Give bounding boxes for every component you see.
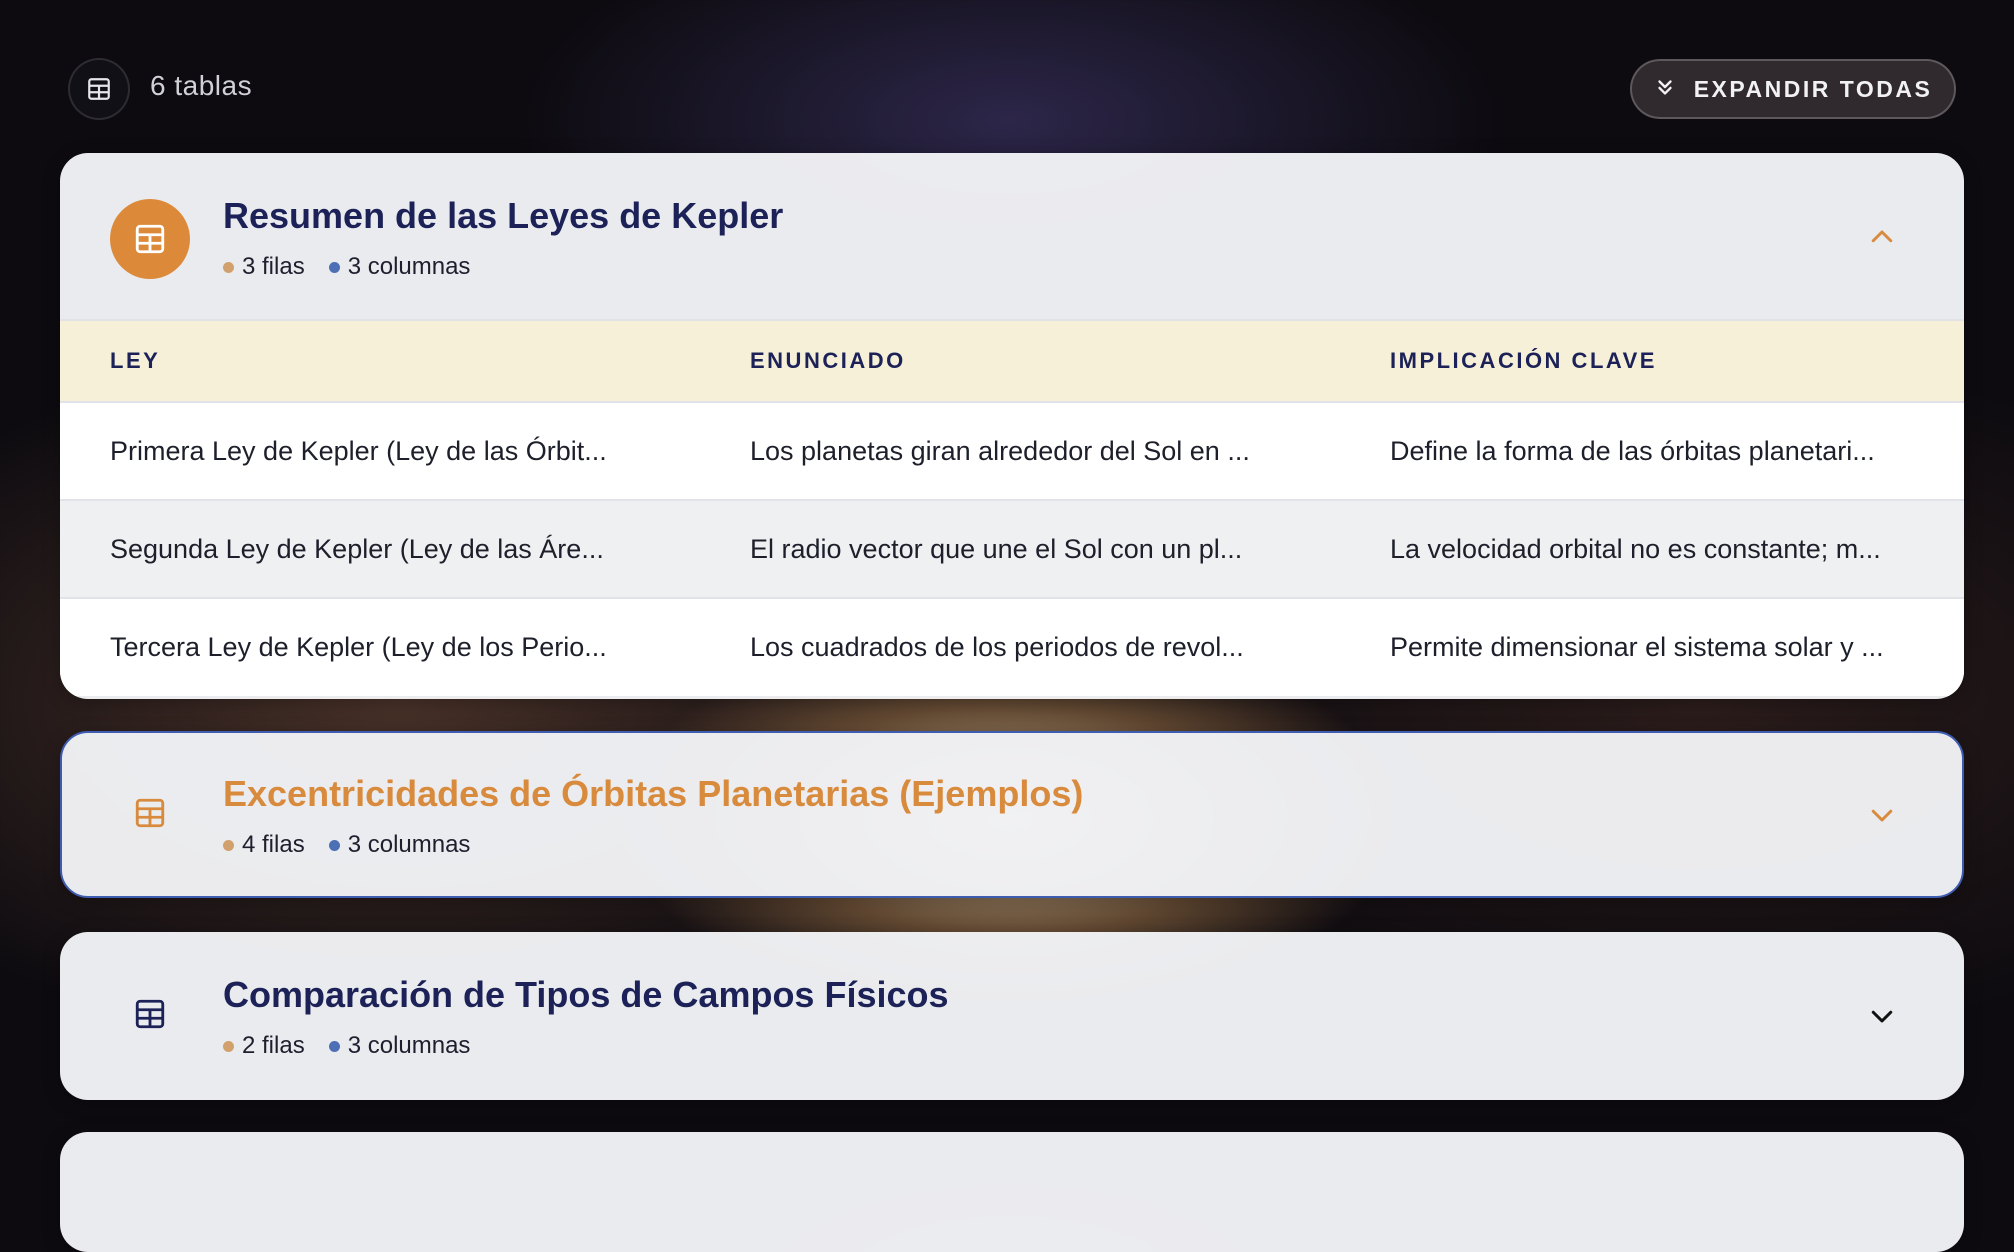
table-count-label: 6 tablas [150,70,253,101]
table-card-header[interactable]: Comparación de Tipos de Campos Físicos 2… [60,932,1964,1100]
rows-count: 4 filas [242,831,305,858]
rows-dot [223,261,234,273]
table-card-kepler: Resumen de las Leyes de Kepler 3 filas 3… [60,153,1964,699]
table-count-icon [68,58,130,120]
table-meta: 2 filas 3 columnas [223,1032,470,1060]
table-cell: Permite dimensionar el sistema solar y .… [1390,632,1884,662]
table-card-excentricidades: Excentricidades de Órbitas Planetarias (… [60,731,1964,898]
columns-dot [328,1040,340,1052]
table-title: Comparación de Tipos de Campos Físicos [223,974,949,1015]
table-cell: Los planetas giran alrededor del Sol en … [750,435,1250,466]
table-cell: Segunda Ley de Kepler (Ley de las Áre... [110,533,604,564]
column-header[interactable]: IMPLICACIÓN CLAVE [1340,320,1964,402]
table-card-header[interactable]: Resumen de las Leyes de Kepler 3 filas 3… [60,153,1964,319]
columns-dot [328,261,340,273]
table-row[interactable]: Segunda Ley de Kepler (Ley de las Áre...… [60,500,1964,598]
table-icon [110,199,190,279]
rows-count: 2 filas [242,1032,305,1059]
table-meta: 3 filas 3 columnas [223,253,470,281]
rows-dot [223,1040,234,1052]
table-cell: El radio vector que une el Sol con un pl… [750,533,1243,564]
table-meta: 4 filas 3 columnas [223,831,470,859]
columns-dot [328,839,340,851]
table-cell: Tercera Ley de Kepler (Ley de los Perio.… [110,632,607,662]
table-title: Resumen de las Leyes de Kepler [223,195,784,236]
table-icon [110,974,190,1054]
columns-count: 3 columnas [347,1032,471,1059]
rows-dot [223,839,234,851]
table-cell: La velocidad orbital no es constante; m.… [1390,533,1881,564]
table-cell: Primera Ley de Kepler (Ley de las Órbit.… [110,435,607,466]
table-cell: Define la forma de las órbitas planetari… [1390,435,1875,466]
data-table: LEY ENUNCIADO IMPLICACIÓN CLAVE Primera … [60,319,1964,696]
columns-count: 3 columnas [347,253,471,280]
table-card-campos: Comparación de Tipos de Campos Físicos 2… [60,932,1964,1100]
chevron-down-icon[interactable] [1866,799,1898,831]
chevron-up-icon[interactable] [1866,221,1898,253]
column-header[interactable]: LEY [60,320,700,402]
expand-all-button[interactable]: EXPANDIR TODAS [1630,59,1956,119]
rows-count: 3 filas [242,253,305,280]
table-cell: Los cuadrados de los periodos de revol..… [750,632,1244,662]
toolbar: 6 tablas EXPANDIR TODAS [0,0,2014,150]
column-header[interactable]: ENUNCIADO [700,320,1340,402]
table-card-next[interactable] [60,1132,1964,1252]
double-chevron-down-icon [1654,76,1676,103]
columns-count: 3 columnas [347,831,471,858]
table-title: Excentricidades de Órbitas Planetarias (… [223,773,1084,814]
chevron-down-icon[interactable] [1866,1000,1898,1032]
table-row[interactable]: Primera Ley de Kepler (Ley de las Órbit.… [60,402,1964,500]
table-row[interactable]: Tercera Ley de Kepler (Ley de los Perio.… [60,598,1964,696]
table-card-header[interactable]: Excentricidades de Órbitas Planetarias (… [62,733,1962,896]
table-icon [110,773,190,853]
expand-all-label: EXPANDIR TODAS [1693,75,1933,102]
table-header-row: LEY ENUNCIADO IMPLICACIÓN CLAVE [60,320,1964,402]
